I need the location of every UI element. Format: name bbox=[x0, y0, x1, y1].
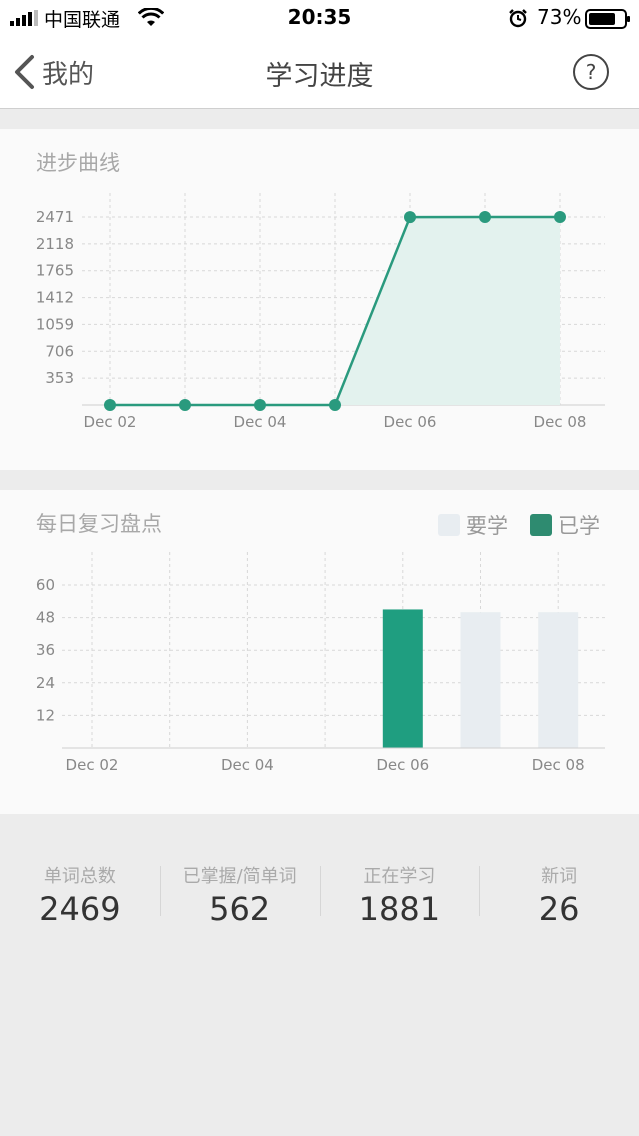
x-tick-label: Dec 08 bbox=[532, 756, 585, 774]
daily-review-chart: 12 24 36 48 60 Dec 02 Dec 04 Dec 06 Dec 08 bbox=[36, 552, 605, 774]
svg-text:?: ? bbox=[586, 60, 597, 84]
stat-value: 26 bbox=[538, 890, 580, 928]
progress-curve-card: 进步曲线 353 706 1059 1412 1765 2118 2471 Dec 02 Dec… bbox=[0, 129, 639, 470]
stat-label: 单词总数 bbox=[43, 866, 116, 887]
stat-value: 1881 bbox=[358, 890, 441, 928]
y-tick-label: 2118 bbox=[36, 235, 74, 253]
chevron-left-icon bbox=[15, 55, 34, 89]
y-tick-label: 12 bbox=[36, 706, 55, 724]
data-point bbox=[479, 211, 491, 223]
y-tick-label: 48 bbox=[36, 609, 55, 627]
back-button[interactable]: 我的 bbox=[12, 52, 94, 92]
nav-bar: 我的 学习进度 ? bbox=[0, 36, 639, 109]
x-tick-label: Dec 04 bbox=[234, 413, 287, 431]
y-tick-label: 1412 bbox=[36, 289, 74, 307]
y-tick-label: 1059 bbox=[36, 315, 74, 333]
progress-curve-chart: 353 706 1059 1412 1765 2118 2471 Dec 02 Dec 04 De… bbox=[36, 193, 605, 431]
stats-row: 单词总数 2469 已掌握/简单词 562 正在学习 1881 新词 26 bbox=[0, 862, 639, 932]
y-tick-label: 24 bbox=[36, 674, 55, 692]
series-area bbox=[110, 217, 560, 405]
data-point bbox=[404, 211, 416, 224]
y-tick-label: 2471 bbox=[36, 208, 74, 226]
data-point bbox=[179, 399, 191, 411]
x-tick-label: Dec 06 bbox=[384, 413, 437, 431]
daily-review-card: 每日复习盘点 要学 已学 12 24 36 48 60 Dec 02 Dec 04 Dec 0… bbox=[0, 490, 639, 814]
x-tick-label: Dec 02 bbox=[66, 756, 119, 774]
battery-icon bbox=[585, 9, 630, 29]
question-circle-icon[interactable]: ? bbox=[572, 53, 610, 91]
y-tick-label: 353 bbox=[45, 369, 74, 387]
page-title: 学习进度 bbox=[265, 61, 374, 92]
bar bbox=[538, 612, 579, 748]
stat-value: 562 bbox=[209, 890, 271, 928]
stat-mastered: 已掌握/简单词 562 bbox=[159, 862, 320, 932]
alarm-icon bbox=[509, 9, 527, 28]
battery-percent: 73% bbox=[537, 5, 582, 29]
x-tick-label: Dec 08 bbox=[534, 413, 587, 431]
data-point bbox=[104, 399, 116, 411]
stat-value: 2469 bbox=[39, 890, 121, 928]
y-tick-label: 60 bbox=[36, 576, 55, 594]
y-tick-label: 1765 bbox=[36, 262, 74, 280]
stat-label: 已掌握/简单词 bbox=[182, 866, 297, 887]
data-point bbox=[554, 211, 566, 223]
data-point bbox=[254, 399, 266, 411]
stat-learning: 正在学习 1881 bbox=[319, 862, 480, 932]
y-tick-label: 36 bbox=[36, 641, 55, 659]
stat-label: 新词 bbox=[541, 866, 578, 887]
data-point bbox=[329, 399, 341, 411]
stat-total-words: 单词总数 2469 bbox=[0, 862, 160, 932]
y-tick-label: 706 bbox=[45, 342, 74, 360]
back-label: 我的 bbox=[42, 59, 95, 90]
stat-label: 正在学习 bbox=[363, 866, 436, 887]
bar bbox=[460, 612, 501, 748]
x-tick-label: Dec 04 bbox=[221, 756, 274, 774]
x-tick-label: Dec 02 bbox=[84, 413, 137, 431]
status-bar: 中国联通 20:35 73% bbox=[0, 0, 639, 36]
x-tick-label: Dec 06 bbox=[376, 756, 429, 774]
stat-new-words: 新词 26 bbox=[479, 862, 639, 932]
bar bbox=[382, 609, 423, 748]
